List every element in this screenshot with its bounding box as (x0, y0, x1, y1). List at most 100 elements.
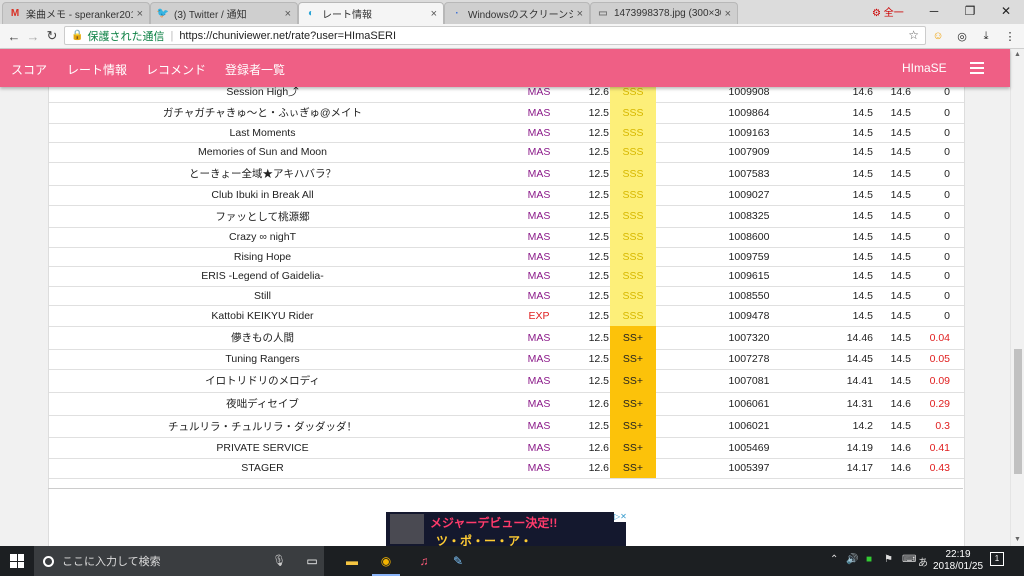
nav-username[interactable]: HImaSE (902, 61, 947, 75)
ad-close-icon[interactable]: ▷✕ (614, 512, 626, 522)
extension-smiley-icon[interactable]: ☺ (930, 28, 946, 44)
table-row: イロトリドリのメロディ MAS 12.5 SS+ 1007081 14.41 14.5 0.0… (49, 369, 964, 393)
song-title[interactable]: とーきょー全域★アキハバラ？ (49, 162, 476, 185)
url-bar[interactable]: 🔒 保護された通信 | https://chuniviewer.net/rate… (64, 26, 926, 45)
song-title[interactable]: ファッとして桃源郷 (49, 205, 476, 227)
rate-difference: 0.05 (929, 353, 950, 365)
nav-rate-info[interactable]: レート情報 (67, 61, 127, 78)
windows-start-icon[interactable] (10, 554, 24, 568)
song-title[interactable]: チュルリラ・チュルリラ・ダッダッダ！ (49, 415, 476, 437)
rank-badge: SS+ (610, 349, 656, 369)
song-title[interactable]: イロトリドリのメロディ (49, 369, 476, 392)
difficulty: EXP (528, 309, 550, 322)
profile-chip[interactable]: ⚙ 全一 (872, 4, 904, 19)
browser-tab[interactable]: M 楽曲メモ - speranker2012 × (2, 2, 150, 24)
paint-app-icon[interactable]: ✎ (448, 551, 468, 571)
difficulty: MAS (527, 270, 551, 282)
difficulty: MAS (527, 210, 551, 222)
chart-constant: 12.5 (588, 210, 609, 222)
notification-center-icon[interactable]: 1 (990, 552, 1004, 566)
song-title[interactable]: Club Ibuki in Break All (49, 185, 476, 205)
rate-value: 14.45 (846, 353, 873, 365)
song-title[interactable]: Memories of Sun and Moon (49, 142, 476, 162)
chrome-menu-icon[interactable]: ⋮ (1002, 28, 1018, 44)
tray-chevron-icon[interactable]: ⌃ (830, 554, 838, 565)
song-title[interactable]: Rising Hope (49, 247, 476, 266)
difficulty: MAS (527, 374, 551, 387)
nav-recommend[interactable]: レコメンド (146, 61, 206, 78)
max-rate: 14.5 (890, 167, 911, 180)
song-title[interactable]: Crazy ∞ nighT (49, 227, 476, 247)
browser-tab[interactable]: · Windowsのスクリーンショット × (444, 2, 590, 24)
rate-value: 14.19 (846, 441, 873, 454)
keyboard-icon[interactable]: ⌨ (902, 554, 916, 565)
bookmark-star-icon[interactable]: ☆ (908, 28, 919, 42)
nav-registered-users[interactable]: 登録者一覧 (225, 61, 285, 78)
network-icon[interactable]: ⚑ (884, 554, 893, 565)
rate-value: 14.5 (852, 167, 873, 180)
scroll-up-icon[interactable]: ▲ (1014, 51, 1021, 58)
chart-constant: 12.5 (588, 167, 609, 180)
score: 1008550 (728, 289, 770, 302)
chrome-taskbar-icon[interactable]: ◉ (372, 551, 400, 576)
song-title[interactable]: ERIS -Legend of Gaidelia- (49, 266, 476, 286)
song-title[interactable]: ガチャガチャきゅ～と・ふぃぎゅ@メイト (49, 102, 476, 123)
max-rate: 14.5 (890, 126, 911, 139)
back-icon[interactable]: ← (5, 27, 23, 45)
microphone-icon[interactable]: 🎙 (272, 554, 286, 567)
browser-tab[interactable]: 🐦 (3) Twitter / 通知 × (150, 2, 298, 24)
download-icon[interactable]: ⤓ (978, 28, 994, 44)
close-window-icon[interactable]: ✕ (988, 0, 1024, 22)
tab-close-icon[interactable]: × (577, 8, 583, 20)
taskbar-clock[interactable]: 22:19 2018/01/25 (932, 549, 984, 573)
tab-close-icon[interactable]: × (137, 8, 143, 20)
song-title[interactable]: 夜咄ディセイブ (49, 392, 476, 415)
rate-difference: 0 (944, 106, 950, 119)
reload-icon[interactable]: ↻ (43, 27, 61, 45)
taskbar-search[interactable]: ここに入力して検索 🎙 (34, 546, 324, 576)
advertisement-banner[interactable]: メジャーデビュー決定!! ツ・ポ・ー・ア・ ▷✕ (386, 512, 626, 546)
table-row: Memories of Sun and Moon MAS 12.5 SSS 100790… (49, 142, 964, 163)
song-title[interactable]: 儚きもの人間 (49, 326, 476, 349)
song-title[interactable]: PRIVATE SERVICE (49, 437, 476, 458)
rate-difference: 0 (944, 289, 950, 302)
minimize-icon[interactable]: ─ (916, 0, 952, 22)
song-title[interactable]: Session High⤴ (49, 87, 476, 102)
difficulty: MAS (527, 397, 551, 410)
hamburger-menu-icon[interactable] (970, 62, 984, 77)
task-view-icon[interactable]: ▭ (302, 551, 322, 571)
song-title[interactable]: Tuning Rangers (49, 349, 476, 369)
tab-close-icon[interactable]: × (285, 8, 291, 20)
forward-icon[interactable]: → (24, 27, 42, 45)
rate-difference: 0 (944, 146, 950, 158)
nav-score[interactable]: スコア (11, 61, 47, 78)
rate-value: 14.5 (852, 106, 873, 119)
extension-glasses-icon[interactable]: ◎ (954, 28, 970, 44)
song-title[interactable]: Kattobi KEIKYU Rider (49, 305, 476, 326)
address-toolbar: ← → ↻ 🔒 保護された通信 | https://chuniviewer.ne… (0, 24, 1024, 49)
difficulty: MAS (527, 353, 551, 365)
song-title[interactable]: Last Moments (49, 123, 476, 142)
page-scrollbar[interactable]: ▲ ▼ (1010, 49, 1024, 546)
chart-constant: 12.5 (588, 309, 609, 322)
tab-title: レート情報 (322, 10, 372, 21)
rank-badge: SSS (610, 247, 656, 266)
rate-difference: 0 (944, 270, 950, 282)
song-title[interactable]: Still (49, 286, 476, 305)
scroll-down-icon[interactable]: ▼ (1014, 536, 1021, 543)
restore-icon[interactable]: ❐ (952, 0, 988, 22)
browser-tab[interactable]: ◐ レート情報 × (298, 2, 444, 24)
tab-close-icon[interactable]: × (431, 8, 437, 20)
tab-close-icon[interactable]: × (725, 8, 731, 20)
volume-icon[interactable]: 🔊 (846, 554, 858, 565)
scrollbar-thumb[interactable] (1014, 349, 1022, 474)
itunes-icon[interactable]: ♫ (414, 551, 434, 571)
rate-difference: 0.3 (935, 420, 950, 432)
browser-tab[interactable]: ▭ 1473998378.jpg (300×30 × (590, 2, 738, 24)
tray-app-icon[interactable]: ■ (866, 554, 872, 565)
cortana-icon (43, 555, 54, 567)
ime-indicator[interactable]: あ (918, 554, 928, 569)
difficulty: MAS (527, 126, 551, 139)
file-explorer-icon[interactable]: ▬ (342, 551, 362, 571)
song-title[interactable]: STAGER (49, 458, 476, 478)
